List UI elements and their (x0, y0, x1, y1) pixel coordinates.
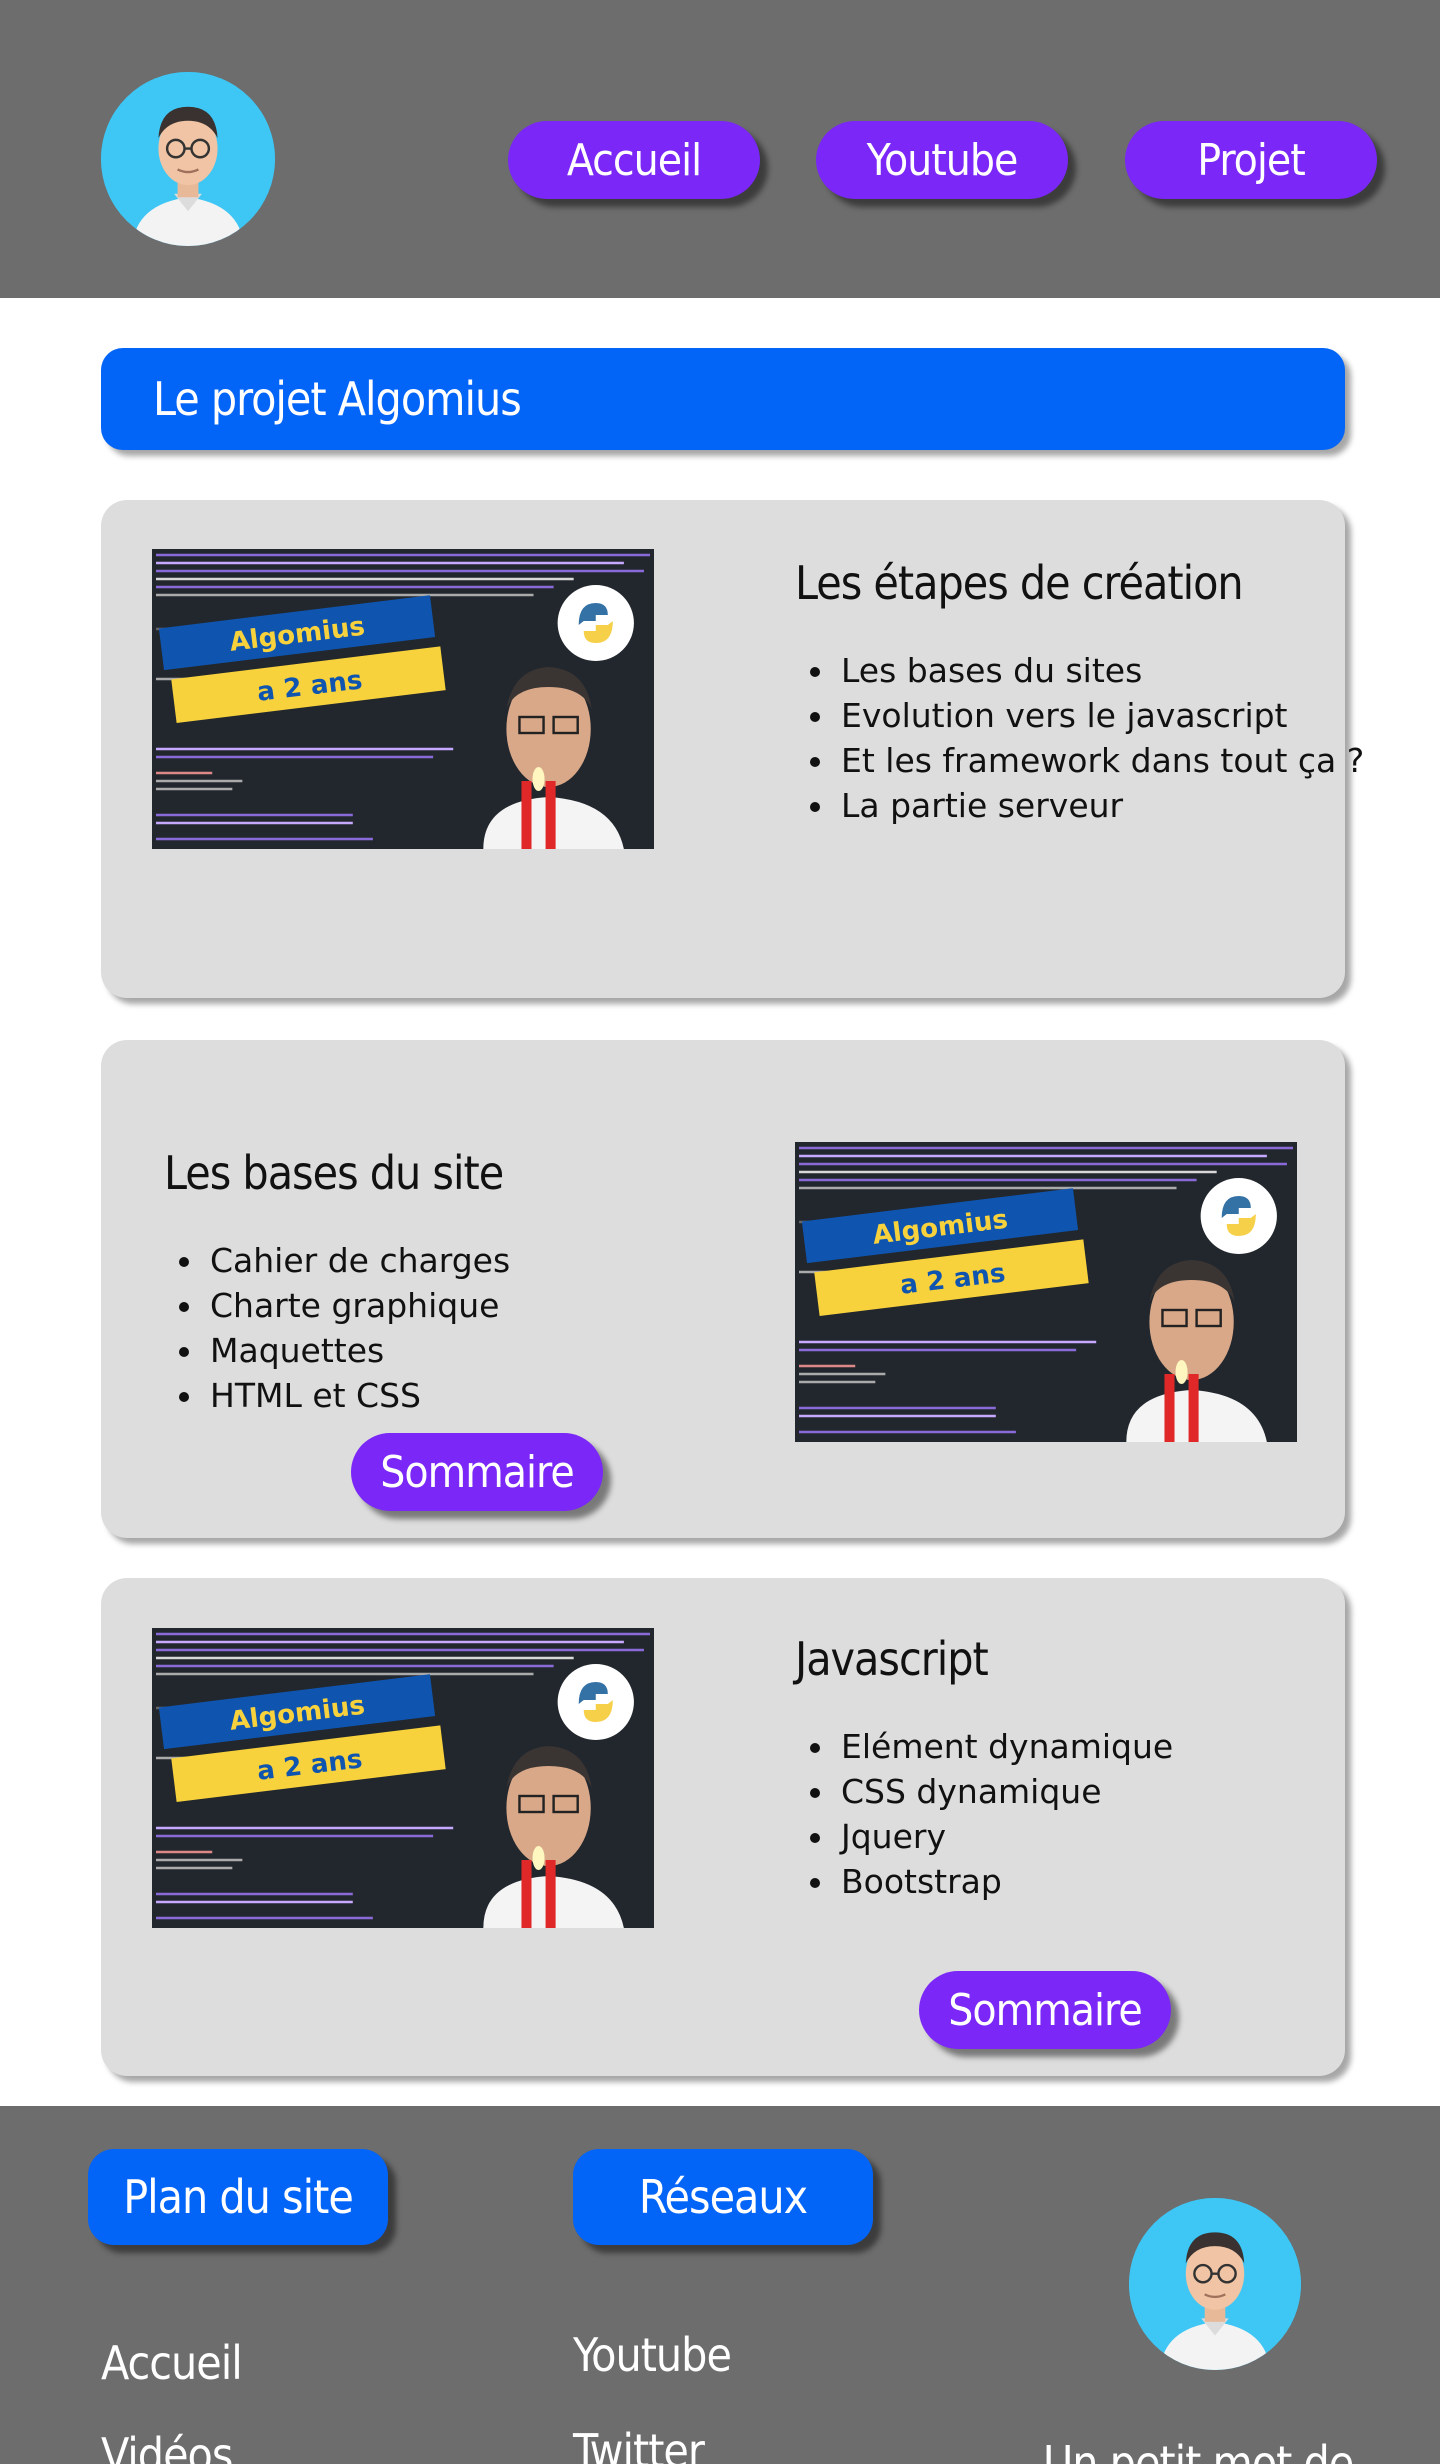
card-title: Les étapes de création (795, 556, 1244, 610)
list-item: Evolution vers le javascript (837, 693, 1364, 738)
sommaire-button[interactable]: Sommaire (351, 1433, 603, 1511)
nav-button-projet[interactable]: Projet (1125, 121, 1377, 199)
list-item: Cahier de charges (206, 1238, 510, 1283)
list-item: Maquettes (206, 1328, 510, 1373)
nav-button-accueil[interactable]: Accueil (508, 121, 760, 199)
card-topic-list: Cahier de charges Charte graphique Maque… (164, 1238, 510, 1418)
site-footer: Plan du site Réseaux Accueil Vidéos Yout… (0, 2106, 1440, 2464)
list-item: Et les framework dans tout ça ? (837, 738, 1364, 783)
list-item: Elément dynamique (837, 1724, 1173, 1769)
card-title: Javascript (795, 1632, 989, 1686)
footer-link-accueil[interactable]: Accueil (101, 2336, 243, 2390)
footer-link-videos[interactable]: Vidéos (101, 2428, 233, 2464)
nav-button-youtube[interactable]: Youtube (816, 121, 1068, 199)
video-thumbnail[interactable]: Algomius a 2 ans (152, 549, 654, 849)
page-title: Le projet Algomius (101, 348, 1345, 450)
footer-partial-text: Un petit mot de (1043, 2436, 1354, 2464)
thumbnail-image: Algomius a 2 ans (152, 549, 654, 849)
sommaire-button[interactable]: Sommaire (919, 1971, 1171, 2049)
social-networks-button[interactable]: Réseaux (573, 2149, 873, 2245)
list-item: CSS dynamique (837, 1769, 1173, 1814)
list-item: Jquery (837, 1814, 1173, 1859)
card-etapes-creation: Algomius a 2 ans Les étapes de création … (101, 500, 1364, 998)
list-item: La partie serveur (837, 783, 1364, 828)
video-thumbnail[interactable]: Algomius a 2 ans (152, 1628, 654, 1928)
avatar[interactable] (101, 72, 275, 246)
footer-avatar[interactable] (1129, 2198, 1301, 2370)
card-title: Les bases du site (164, 1146, 504, 1200)
thumbnail-image: Algomius a 2 ans (152, 1628, 654, 1928)
list-item: Charte graphique (206, 1283, 510, 1328)
card-topic-list: Elément dynamique CSS dynamique Jquery B… (795, 1724, 1173, 1904)
avatar-portrait-image (101, 72, 275, 246)
sitemap-button[interactable]: Plan du site (88, 2149, 388, 2245)
footer-link-twitter[interactable]: Twitter (573, 2424, 705, 2464)
list-item: HTML et CSS (206, 1373, 510, 1418)
site-header: Accueil Youtube Projet (0, 0, 1440, 298)
avatar-portrait-image (1129, 2198, 1301, 2370)
thumbnail-image: Algomius a 2 ans (795, 1142, 1297, 1442)
card-bases-du-site: Les bases du site Cahier de charges Char… (101, 1040, 1345, 1538)
video-thumbnail[interactable]: Algomius a 2 ans (795, 1142, 1297, 1442)
card-topic-list: Les bases du sites Evolution vers le jav… (795, 648, 1364, 828)
footer-link-youtube[interactable]: Youtube (573, 2328, 732, 2382)
list-item: Les bases du sites (837, 648, 1364, 693)
card-javascript: Algomius a 2 ans Javascript Elément dyna… (101, 1578, 1345, 2076)
list-item: Bootstrap (837, 1859, 1173, 1904)
